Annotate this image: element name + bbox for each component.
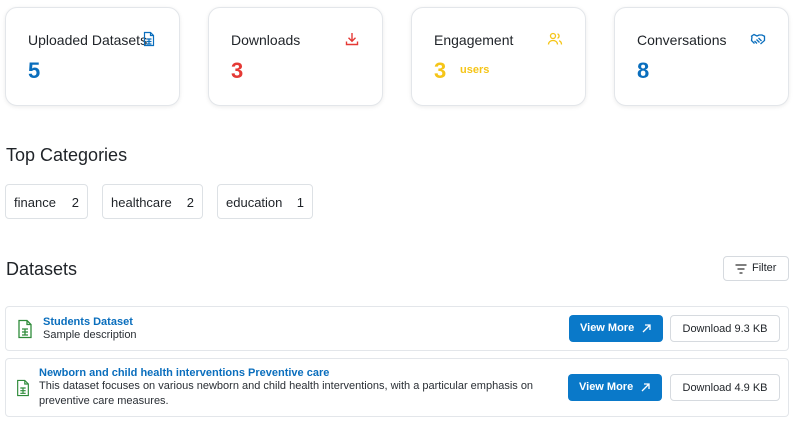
stat-card-downloads: Downloads 3 <box>208 7 383 106</box>
dataset-row: Students Dataset Sample description View… <box>5 306 789 351</box>
filter-button[interactable]: Filter <box>723 256 789 281</box>
stat-label: Downloads <box>231 32 301 48</box>
view-more-button[interactable]: View More <box>568 374 662 401</box>
stat-card-conversations: Conversations 8 <box>614 7 789 106</box>
category-chip-education[interactable]: education 1 <box>217 184 313 219</box>
download-label: Download 9.3 KB <box>682 323 768 335</box>
category-count: 2 <box>71 195 79 210</box>
handshake-icon <box>750 31 766 47</box>
download-button[interactable]: Download 4.9 KB <box>670 374 780 401</box>
stat-card-engagement: Engagement 3 users <box>411 7 586 106</box>
dataset-title-link[interactable]: Newborn and child health interventions P… <box>39 367 329 379</box>
category-name: finance <box>14 195 56 210</box>
arrow-up-right-icon <box>642 324 651 333</box>
filter-icon <box>735 264 747 274</box>
datasets-heading: Datasets <box>6 259 78 279</box>
stats-row: Uploaded Datasets 5 Downloads 3 Engageme… <box>5 7 794 106</box>
stat-value: 8 <box>637 58 650 83</box>
file-spreadsheet-icon <box>16 319 34 339</box>
stat-value: 3 <box>434 58 447 83</box>
download-icon <box>344 31 360 47</box>
view-more-label: View More <box>579 381 634 393</box>
users-icon <box>547 31 563 47</box>
stat-card-uploaded-datasets: Uploaded Datasets 5 <box>5 7 180 106</box>
top-categories-heading: Top Categories <box>6 145 128 165</box>
dataset-title-link[interactable]: Students Dataset <box>43 316 133 328</box>
stat-label: Conversations <box>637 32 727 48</box>
arrow-up-right-icon <box>641 383 650 392</box>
filter-label: Filter <box>752 262 777 274</box>
view-more-button[interactable]: View More <box>569 315 663 342</box>
file-spreadsheet-icon <box>15 379 33 399</box>
stat-value: 5 <box>28 58 41 83</box>
category-count: 2 <box>186 195 194 210</box>
dataset-description: This dataset focuses on various newborn … <box>39 380 534 407</box>
dataset-description: Sample description <box>43 329 137 341</box>
dataset-row: Newborn and child health interventions P… <box>5 358 789 417</box>
stat-unit: users <box>460 64 490 76</box>
view-more-label: View More <box>580 322 635 334</box>
stat-value: 3 <box>231 58 244 83</box>
category-chip-finance[interactable]: finance 2 <box>5 184 88 219</box>
category-name: healthcare <box>111 195 172 210</box>
file-spreadsheet-icon <box>141 31 157 47</box>
stat-label: Engagement <box>434 32 514 48</box>
download-button[interactable]: Download 9.3 KB <box>670 315 780 342</box>
category-chip-healthcare[interactable]: healthcare 2 <box>102 184 203 219</box>
stat-label: Uploaded Datasets <box>28 32 148 48</box>
category-name: education <box>226 195 283 210</box>
category-count: 1 <box>296 195 304 210</box>
download-label: Download 4.9 KB <box>682 382 768 394</box>
